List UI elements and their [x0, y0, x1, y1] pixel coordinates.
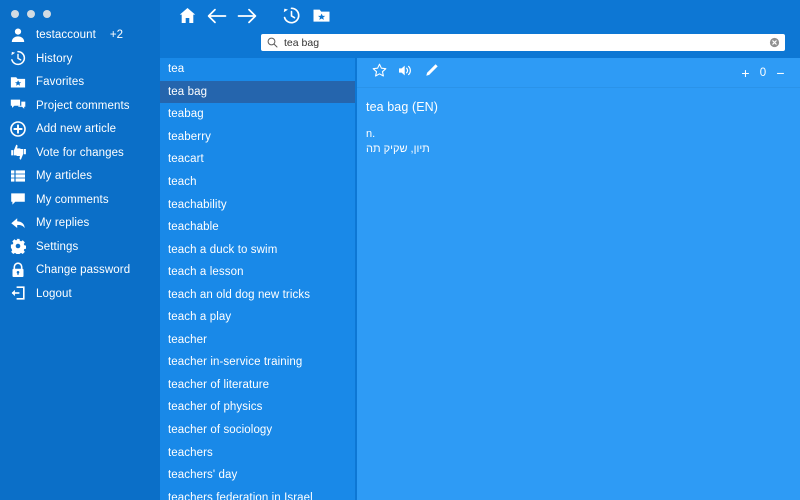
main-area: tea bag tea tea bag teabag teaberry teacart t…: [160, 0, 800, 500]
search-input[interactable]: tea bag: [261, 34, 785, 51]
sidebar-item-label: My articles: [36, 170, 93, 183]
sidebar-item-settings[interactable]: Settings: [0, 235, 160, 259]
comments-icon: [9, 96, 27, 114]
search-value: tea bag: [284, 36, 320, 49]
word-list-item[interactable]: teachers federation in Israel: [160, 486, 355, 500]
sidebar-item-add-new-article[interactable]: Add new article: [0, 117, 160, 141]
word-list-item[interactable]: teach an old dog new tricks: [160, 283, 355, 306]
arrow-right-icon: [237, 7, 257, 30]
word-list-item[interactable]: teacher of sociology: [160, 419, 355, 442]
word-list-item[interactable]: teachability: [160, 193, 355, 216]
clear-circle-icon[interactable]: [769, 37, 780, 48]
word-list-item[interactable]: teacart: [160, 148, 355, 171]
panels: tea tea bag teabag teaberry teacart teach teac…: [160, 58, 800, 500]
sidebar-item-my-articles[interactable]: My articles: [0, 164, 160, 188]
zoom-button[interactable]: [43, 9, 51, 18]
close-button[interactable]: [11, 9, 19, 18]
sidebar-item-project-comments[interactable]: Project comments: [0, 94, 160, 118]
word-list-item[interactable]: teaberry: [160, 126, 355, 149]
sidebar-item-change-password[interactable]: Change password: [0, 258, 160, 282]
vote-down-button[interactable]: −: [771, 61, 790, 85]
speech-bubble-icon: [9, 190, 27, 208]
word-list-item[interactable]: teachers' day: [160, 464, 355, 487]
history-clock-icon: [9, 49, 27, 67]
part-of-speech: n.: [366, 128, 376, 140]
word-list-item[interactable]: teacher of literature: [160, 374, 355, 397]
window-controls[interactable]: [0, 0, 160, 20]
sidebar-item-label: Project comments: [36, 99, 130, 112]
word-list-item[interactable]: tea bag: [160, 80, 355, 104]
account-badge: +2: [109, 28, 124, 41]
word-list-item[interactable]: teach: [160, 171, 355, 194]
star-outline-icon: [372, 63, 387, 83]
article-body: tea bag (EN) n. תיון, שקיק תה: [357, 88, 800, 155]
sidebar-item-my-replies[interactable]: My replies: [0, 211, 160, 235]
back-button[interactable]: [202, 4, 232, 32]
word-list-item[interactable]: teabag: [160, 103, 355, 126]
word-list-item[interactable]: teach a play: [160, 306, 355, 329]
sidebar-item-label: My comments: [36, 193, 109, 206]
word-list-item[interactable]: teach a duck to swim: [160, 238, 355, 261]
history-button[interactable]: [276, 4, 306, 32]
sidebar-item-account[interactable]: testaccount +2: [0, 23, 160, 47]
sidebar-item-label: Logout: [36, 287, 72, 300]
top-toolbar: tea bag: [160, 0, 800, 58]
folder-star-icon: [312, 6, 331, 30]
reply-arrow-icon: [9, 214, 27, 232]
list-grid-icon: [9, 167, 27, 185]
word-list-item[interactable]: teachable: [160, 216, 355, 239]
vote-count: 0: [759, 66, 767, 79]
home-button[interactable]: [172, 4, 202, 32]
person-icon: [9, 26, 27, 44]
arrow-left-icon: [207, 7, 227, 30]
gear-icon: [9, 237, 27, 255]
logout-icon: [9, 284, 27, 302]
sidebar-item-my-comments[interactable]: My comments: [0, 188, 160, 212]
pencil-icon: [424, 63, 439, 83]
article-toolbar: + 0 −: [357, 58, 800, 88]
sidebar-item-favorites[interactable]: Favorites: [0, 70, 160, 94]
navigation-buttons: [160, 0, 800, 32]
edit-button[interactable]: [418, 61, 444, 85]
word-list-item[interactable]: teacher of physics: [160, 396, 355, 419]
account-name: testaccount: [36, 29, 96, 42]
sidebar-item-history[interactable]: History: [0, 47, 160, 71]
lock-icon: [9, 261, 27, 279]
word-list-item[interactable]: teacher: [160, 329, 355, 352]
vote-up-button[interactable]: +: [736, 61, 755, 85]
app-window: testaccount +2 History Favorites Project…: [0, 0, 800, 500]
speaker-icon: [398, 63, 413, 83]
word-list-item[interactable]: teachers: [160, 441, 355, 464]
history-clock-icon: [282, 6, 301, 30]
favorites-button[interactable]: [306, 4, 336, 32]
search-bar[interactable]: tea bag: [261, 34, 785, 51]
sidebar-item-label: Favorites: [36, 76, 85, 89]
word-list-item[interactable]: teacher in-service training: [160, 351, 355, 374]
sidebar-item-label: My replies: [36, 217, 90, 230]
article-title: tea bag (EN): [366, 100, 439, 114]
sidebar-item-label: Settings: [36, 240, 79, 253]
sidebar: testaccount +2 History Favorites Project…: [0, 0, 160, 500]
sidebar-item-vote-for-changes[interactable]: Vote for changes: [0, 141, 160, 165]
sidebar-item-label: Add new article: [36, 123, 117, 136]
favorite-button[interactable]: [366, 61, 392, 85]
pronounce-button[interactable]: [392, 61, 418, 85]
thumbs-updown-icon: [9, 143, 27, 161]
folder-star-icon: [9, 73, 27, 91]
sidebar-item-label: Vote for changes: [36, 146, 124, 159]
article-translation: תיון, שקיק תה: [366, 143, 430, 155]
sidebar-item-label: History: [36, 52, 73, 65]
sidebar-item-logout[interactable]: Logout: [0, 282, 160, 306]
word-list-item[interactable]: teach a lesson: [160, 261, 355, 284]
minimize-button[interactable]: [27, 9, 35, 18]
sidebar-item-label: Change password: [36, 264, 131, 277]
search-icon: [267, 37, 278, 48]
plus-circle-icon: [9, 120, 27, 138]
word-list[interactable]: tea tea bag teabag teaberry teacart teach teac…: [160, 58, 355, 500]
article-panel: + 0 − tea bag (EN) n. תיון, שקיק תה: [357, 58, 800, 500]
forward-button[interactable]: [232, 4, 262, 32]
word-list-item[interactable]: tea: [160, 58, 355, 81]
home-icon: [178, 6, 197, 30]
